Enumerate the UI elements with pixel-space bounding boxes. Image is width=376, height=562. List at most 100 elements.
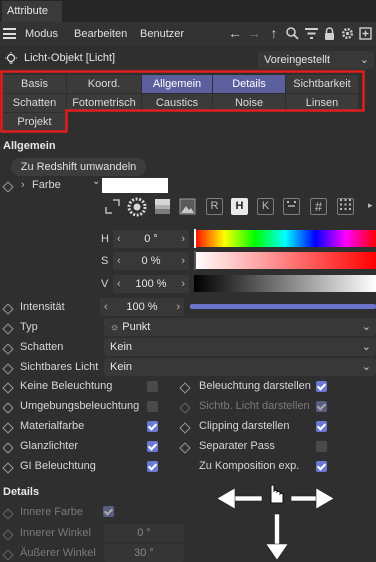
- arrow-left-icon[interactable]: ←: [227, 25, 243, 41]
- type-dropdown[interactable]: ☼ Punkt ⌄: [104, 318, 376, 336]
- keyframe-diamond-icon[interactable]: [2, 323, 14, 335]
- settings-icon[interactable]: [339, 25, 355, 41]
- saturation-field[interactable]: ‹ 0 % ›: [113, 252, 189, 270]
- lock-icon[interactable]: [321, 25, 337, 41]
- increment-arrow-icon[interactable]: ›: [181, 275, 185, 293]
- intensity-label: Intensität: [20, 301, 65, 313]
- chevron-down-icon: ⌄: [361, 341, 371, 353]
- increment-arrow-icon[interactable]: ›: [181, 230, 185, 248]
- keyframe-diamond-icon[interactable]: [179, 422, 191, 434]
- checkbox[interactable]: [316, 441, 327, 452]
- filter-icon[interactable]: [303, 25, 319, 41]
- keyframe-diamond-icon[interactable]: [2, 363, 14, 375]
- value-field[interactable]: ‹ 100 % ›: [113, 275, 189, 293]
- section-details-title: Details: [3, 486, 40, 498]
- hex-mode-icon[interactable]: #: [310, 198, 327, 215]
- menu-bearbeiten[interactable]: Bearbeiten: [74, 22, 127, 46]
- point-light-icon: ☼: [110, 322, 120, 333]
- arrow-up-icon[interactable]: ↑: [266, 25, 282, 41]
- checkbox-label: Beleuchtung darstellen: [199, 380, 311, 392]
- hue-field[interactable]: ‹ 0 ° ›: [113, 230, 189, 248]
- object-title: Licht-Objekt [Licht]: [24, 52, 116, 64]
- hue-slider[interactable]: [194, 230, 376, 247]
- checkbox-label: GI Beleuchtung: [20, 460, 96, 472]
- checkbox[interactable]: [316, 421, 327, 432]
- saturation-slider[interactable]: [194, 252, 376, 269]
- keyframe-diamond-icon[interactable]: [2, 529, 14, 541]
- checkbox-label: Umgebungsbeleuchtung: [20, 400, 140, 412]
- swatches-icon[interactable]: [337, 198, 354, 215]
- increment-arrow-icon[interactable]: ›: [181, 252, 185, 270]
- intensity-slider-track[interactable]: [190, 304, 376, 309]
- light-bulb-icon: [4, 52, 18, 66]
- keyframe-diamond-icon[interactable]: [179, 402, 191, 414]
- inner-angle-field[interactable]: 0 °: [104, 524, 184, 542]
- menu-modus[interactable]: Modus: [25, 22, 58, 46]
- visible-light-dropdown[interactable]: Kein ⌄: [104, 358, 376, 376]
- attribute-tab[interactable]: Attribute: [2, 1, 62, 22]
- menu-benutzer[interactable]: Benutzer: [140, 22, 184, 46]
- more-arrow-icon[interactable]: ▸: [368, 200, 373, 211]
- type-value: Punkt: [122, 321, 151, 333]
- checkbox[interactable]: [316, 381, 327, 392]
- inner-color-checkbox[interactable]: [103, 506, 114, 517]
- arrow-right-icon[interactable]: →: [246, 25, 262, 41]
- keyframe-diamond-icon[interactable]: [2, 442, 14, 454]
- outer-angle-field[interactable]: 30 °: [104, 544, 184, 562]
- rgb-mode-icon[interactable]: R: [206, 198, 223, 215]
- type-label: Typ: [20, 321, 38, 333]
- checkbox-label: Glanzlichter: [20, 440, 79, 452]
- keyframe-diamond-icon[interactable]: [2, 508, 14, 520]
- image-icon[interactable]: [179, 198, 196, 215]
- checkbox-label: Materialfarbe: [20, 420, 85, 432]
- keyframe-diamond-icon[interactable]: [179, 442, 191, 454]
- inner-angle-label: Innerer Winkel: [20, 527, 91, 539]
- saturation-label: S: [101, 255, 109, 267]
- search-icon[interactable]: [284, 25, 300, 41]
- color-swatch[interactable]: [102, 178, 168, 193]
- increment-arrow-icon[interactable]: ›: [176, 298, 180, 316]
- shadow-dropdown[interactable]: Kein ⌄: [104, 338, 376, 356]
- new-window-icon[interactable]: [357, 25, 373, 41]
- keyframe-diamond-icon[interactable]: [2, 181, 14, 193]
- keyframe-diamond-icon[interactable]: [2, 382, 14, 394]
- keyframe-diamond-icon[interactable]: [2, 303, 14, 315]
- redshift-convert-button[interactable]: Zu Redshift umwandeln: [11, 158, 146, 176]
- saturation-slider-handle[interactable]: [194, 251, 196, 270]
- section-allgemein-title: Allgemein: [3, 140, 56, 152]
- keyframe-diamond-icon[interactable]: [2, 549, 14, 561]
- keyframe-diamond-icon[interactable]: [2, 422, 14, 434]
- preset-value: Voreingestellt: [264, 54, 331, 66]
- keyframe-diamond-icon[interactable]: [2, 402, 14, 414]
- hsv-mode-icon[interactable]: H: [231, 198, 248, 215]
- keyframe-diamond-icon[interactable]: [2, 462, 14, 474]
- color-picker-icon[interactable]: [104, 198, 121, 215]
- visible-light-label: Sichtbares Licht: [20, 361, 99, 373]
- shadow-label: Schatten: [20, 341, 64, 353]
- intensity-field[interactable]: ‹ 100 % ›: [100, 298, 184, 316]
- chevron-down-icon: ⌄: [359, 54, 369, 66]
- keyframe-diamond-icon[interactable]: [179, 382, 191, 394]
- keyframe-diamond-icon[interactable]: [2, 343, 14, 355]
- shadow-value: Kein: [110, 341, 133, 353]
- move-cursor-icon: [216, 484, 335, 561]
- color-wheel-icon[interactable]: [127, 197, 147, 217]
- checkbox[interactable]: [147, 421, 158, 432]
- checkbox[interactable]: [147, 441, 158, 452]
- checkbox[interactable]: [316, 401, 327, 412]
- chevron-down-icon: ⌄: [361, 361, 371, 373]
- checkbox[interactable]: [147, 401, 158, 412]
- value-slider[interactable]: [194, 275, 376, 292]
- hue-slider-handle[interactable]: [194, 229, 196, 248]
- hamburger-menu-icon[interactable]: [3, 28, 16, 39]
- kelvin-mode-icon[interactable]: K: [257, 198, 274, 215]
- outer-angle-label: Äußerer Winkel: [20, 547, 96, 559]
- spectrum-icon[interactable]: [154, 198, 171, 215]
- checkbox[interactable]: [147, 461, 158, 472]
- visible-light-value: Kein: [110, 361, 133, 373]
- expand-arrow-icon[interactable]: ›: [21, 179, 25, 191]
- checkbox[interactable]: [147, 381, 158, 392]
- preset-dropdown[interactable]: Voreingestellt ⌄: [258, 51, 374, 69]
- mixer-mode-icon[interactable]: [283, 198, 300, 215]
- chevron-down-icon[interactable]: ⌄: [92, 176, 100, 187]
